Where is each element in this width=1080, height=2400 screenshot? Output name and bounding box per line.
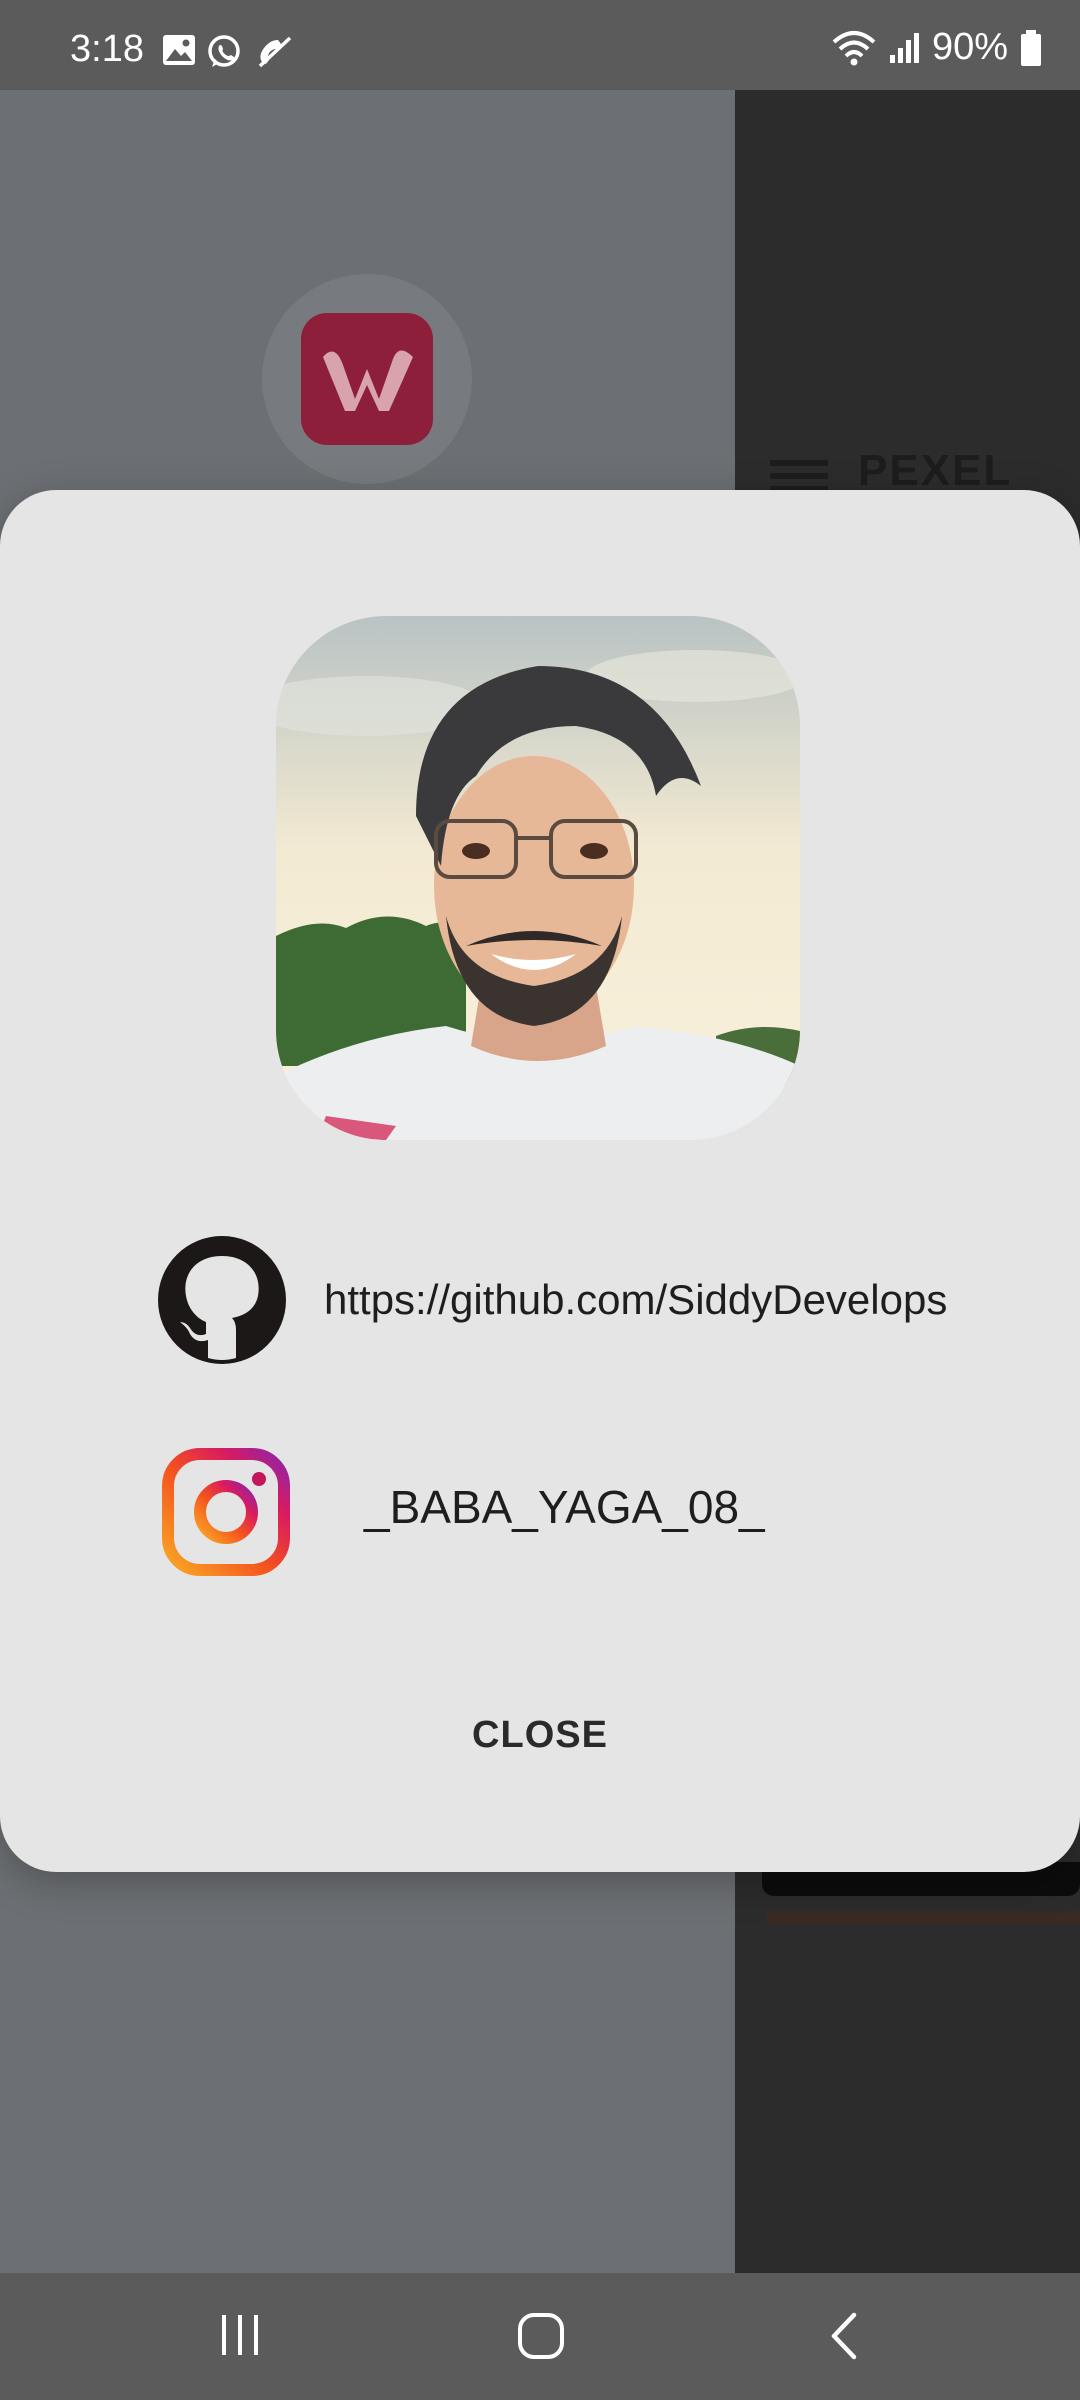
gallery-icon	[163, 35, 195, 65]
app-logo	[262, 274, 472, 484]
instagram-handle-text[interactable]: _BABA_YAGA_08_	[364, 1480, 765, 1534]
battery-icon	[1021, 29, 1041, 66]
avatar	[276, 616, 800, 1140]
close-button[interactable]: CLOSE	[440, 1700, 640, 1770]
status-bar: 3:18 90%	[0, 0, 1080, 90]
back-icon[interactable]	[826, 2311, 862, 2361]
github-link-row[interactable]: https://github.com/SiddyDevelops	[156, 1234, 1036, 1364]
profile-dialog: https://github.com/SiddyDevelops _BABA_Y…	[0, 490, 1080, 1872]
github-icon[interactable]	[156, 1234, 288, 1366]
instagram-link-row[interactable]: _BABA_YAGA_08_	[162, 1448, 862, 1578]
home-icon[interactable]	[516, 2311, 566, 2361]
app-logo-w-icon	[301, 313, 433, 445]
muted-call-icon	[258, 36, 292, 68]
whatsapp-icon	[208, 35, 240, 67]
background-image-edge	[766, 1912, 1080, 1924]
background-app-title: PEXEL	[858, 446, 1013, 495]
signal-icon	[889, 32, 919, 63]
status-right: 90%	[832, 26, 1042, 69]
hamburger-menu-icon	[770, 460, 828, 492]
battery-percent: 90%	[931, 26, 1008, 68]
recents-icon[interactable]	[216, 2311, 264, 2359]
wifi-icon	[832, 30, 876, 65]
instagram-icon[interactable]	[162, 1448, 290, 1576]
navigation-bar	[0, 2273, 1080, 2400]
status-time: 3:18	[70, 28, 144, 70]
github-link-text[interactable]: https://github.com/SiddyDevelops	[324, 1276, 947, 1324]
